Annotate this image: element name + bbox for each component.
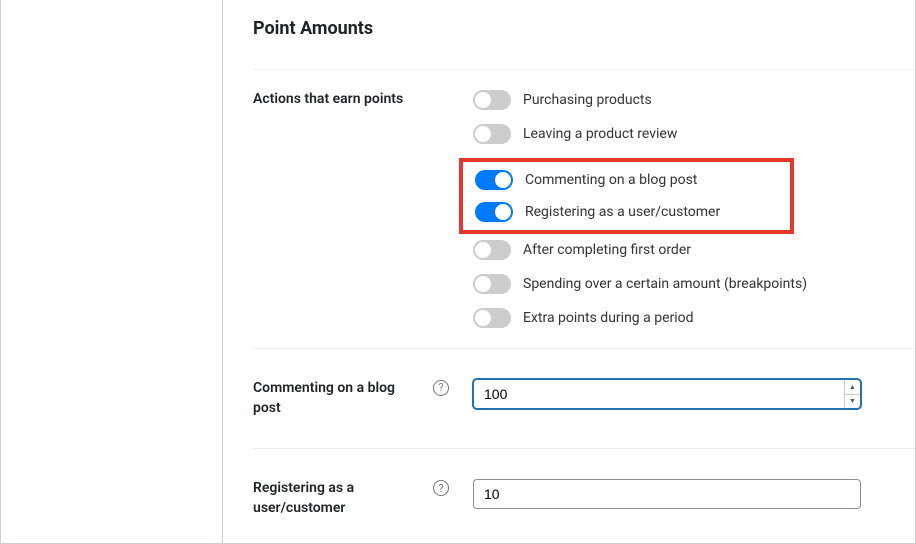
toggle-row-commenting: Commenting on a blog post: [475, 170, 778, 190]
section-heading: Point Amounts: [253, 0, 915, 69]
spinner-up[interactable]: ▲: [845, 380, 860, 395]
toggle-review[interactable]: [473, 124, 511, 144]
toggle-label-review: Leaving a product review: [523, 126, 677, 142]
toggle-row-purchasing: Purchasing products: [473, 90, 887, 110]
spinner-down[interactable]: ▼: [845, 395, 860, 409]
toggle-breakpoints[interactable]: [473, 274, 511, 294]
toggle-purchasing[interactable]: [473, 90, 511, 110]
toggle-row-first-order: After completing first order: [473, 240, 887, 260]
commenting-points-input[interactable]: [473, 379, 861, 409]
toggle-label-purchasing: Purchasing products: [523, 92, 652, 108]
settings-content: Point Amounts Actions that earn points P…: [223, 0, 915, 543]
toggle-first-order[interactable]: [473, 240, 511, 260]
help-icon[interactable]: ?: [433, 480, 449, 496]
toggle-row-registering: Registering as a user/customer: [475, 202, 778, 222]
actions-label: Actions that earn points: [253, 90, 449, 110]
actions-toggles: Purchasing products Leaving a product re…: [449, 90, 887, 328]
toggle-label-commenting: Commenting on a blog post: [525, 172, 697, 188]
registering-row: Registering as a user/customer ?: [253, 448, 915, 544]
toggle-label-registering: Registering as a user/customer: [525, 204, 720, 220]
toggle-row-period: Extra points during a period: [473, 308, 887, 328]
toggle-registering[interactable]: [475, 202, 513, 222]
help-icon[interactable]: ?: [433, 380, 449, 396]
settings-panel: Point Amounts Actions that earn points P…: [0, 0, 916, 544]
toggle-label-period: Extra points during a period: [523, 310, 694, 326]
toggle-row-breakpoints: Spending over a certain amount (breakpoi…: [473, 274, 887, 294]
number-spinner: ▲ ▼: [844, 380, 860, 408]
sidebar-nav-spacer: [1, 0, 223, 543]
commenting-label: Commenting on a blog post ?: [253, 379, 449, 418]
actions-row: Actions that earn points Purchasing prod…: [253, 69, 915, 348]
toggle-period[interactable]: [473, 308, 511, 328]
highlight-annotation: Commenting on a blog post Registering as…: [459, 158, 794, 234]
toggle-label-first-order: After completing first order: [523, 242, 691, 258]
commenting-row: Commenting on a blog post ? ▲ ▼: [253, 348, 915, 448]
toggle-row-review: Leaving a product review: [473, 124, 887, 144]
registering-points-input[interactable]: [473, 479, 861, 509]
toggle-label-breakpoints: Spending over a certain amount (breakpoi…: [523, 276, 807, 292]
registering-control: [449, 479, 887, 509]
toggle-commenting[interactable]: [475, 170, 513, 190]
registering-label: Registering as a user/customer ?: [253, 479, 449, 518]
commenting-control: ▲ ▼: [449, 379, 887, 409]
